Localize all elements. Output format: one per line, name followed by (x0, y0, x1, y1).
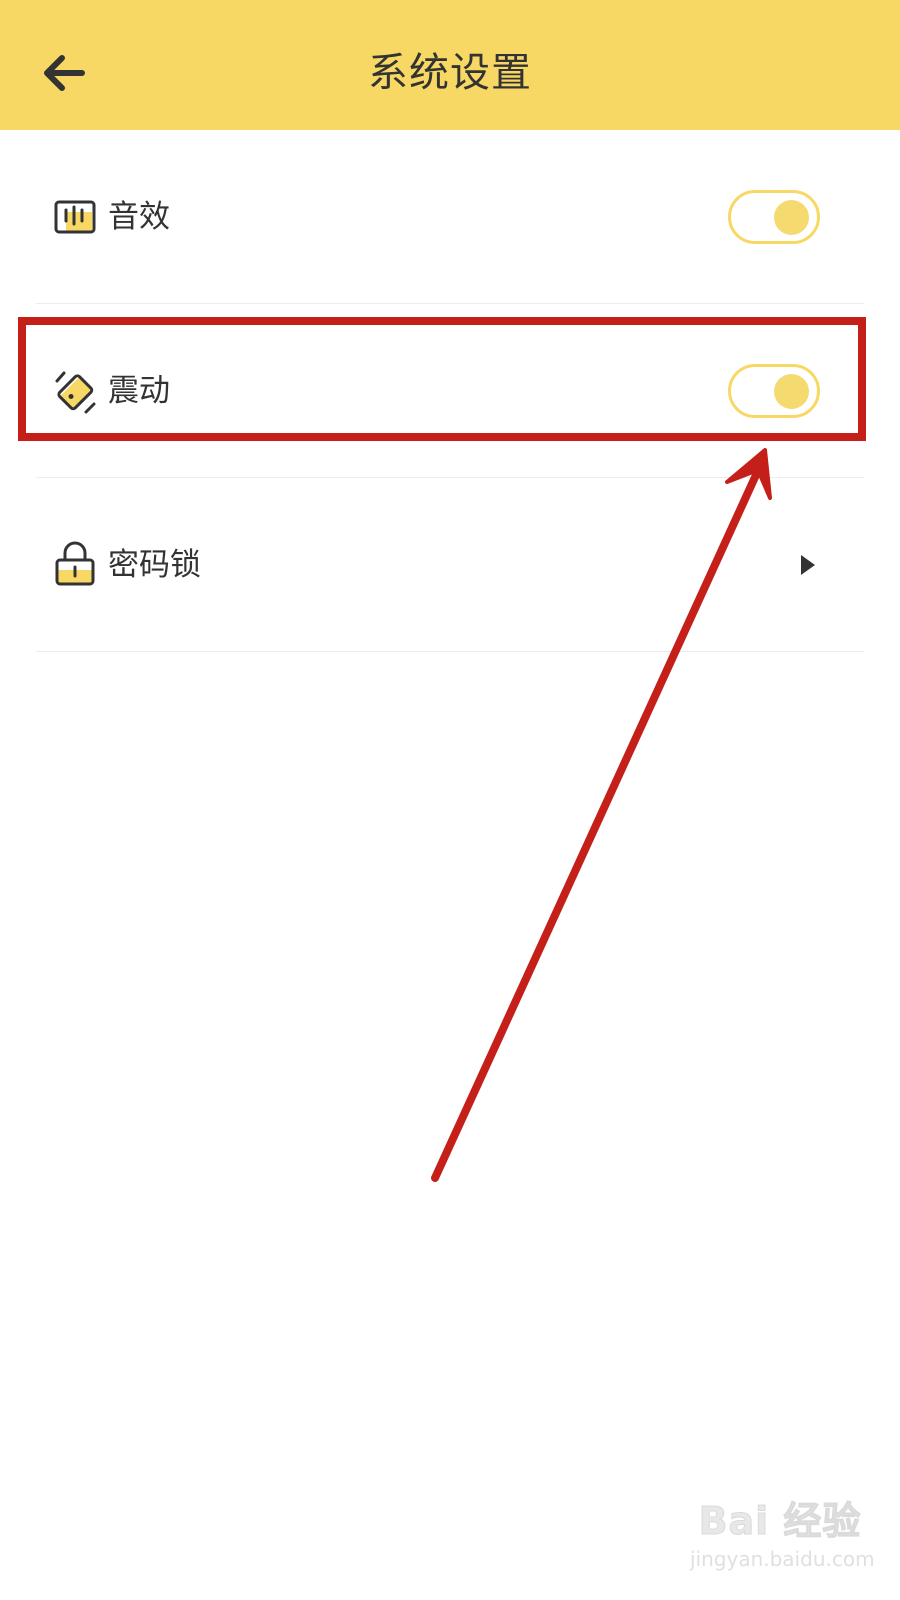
baidu-watermark: Bai 经验 jingyan.baidu.com (690, 1490, 875, 1580)
vibration-icon (55, 371, 96, 414)
settings-page: 系统设置 音效 震动 密码锁 Bai 经验 jingyan.baidu.com (0, 0, 900, 1600)
sound-label: 音效 (108, 199, 170, 235)
back-button[interactable] (28, 38, 98, 108)
settings-row-password-lock[interactable]: 密码锁 (36, 478, 864, 652)
sound-effect-icon (54, 200, 96, 234)
watermark-logo: Bai 经验 (698, 1499, 862, 1544)
toggle-knob (774, 374, 809, 409)
toggle-knob (774, 200, 809, 235)
password-lock-label: 密码锁 (108, 547, 201, 583)
app-header: 系统设置 (0, 0, 900, 130)
vibration-toggle[interactable] (728, 364, 820, 418)
vibration-label: 震动 (108, 373, 170, 409)
arrow-left-icon (44, 55, 85, 91)
watermark-url: jingyan.baidu.com (690, 1547, 875, 1571)
chevron-right-icon[interactable] (790, 548, 824, 582)
page-title: 系统设置 (368, 50, 532, 96)
lock-icon (55, 541, 95, 586)
settings-row-vibration: 震动 (36, 304, 864, 478)
settings-row-sound: 音效 (36, 130, 864, 304)
sound-toggle[interactable] (728, 190, 820, 244)
